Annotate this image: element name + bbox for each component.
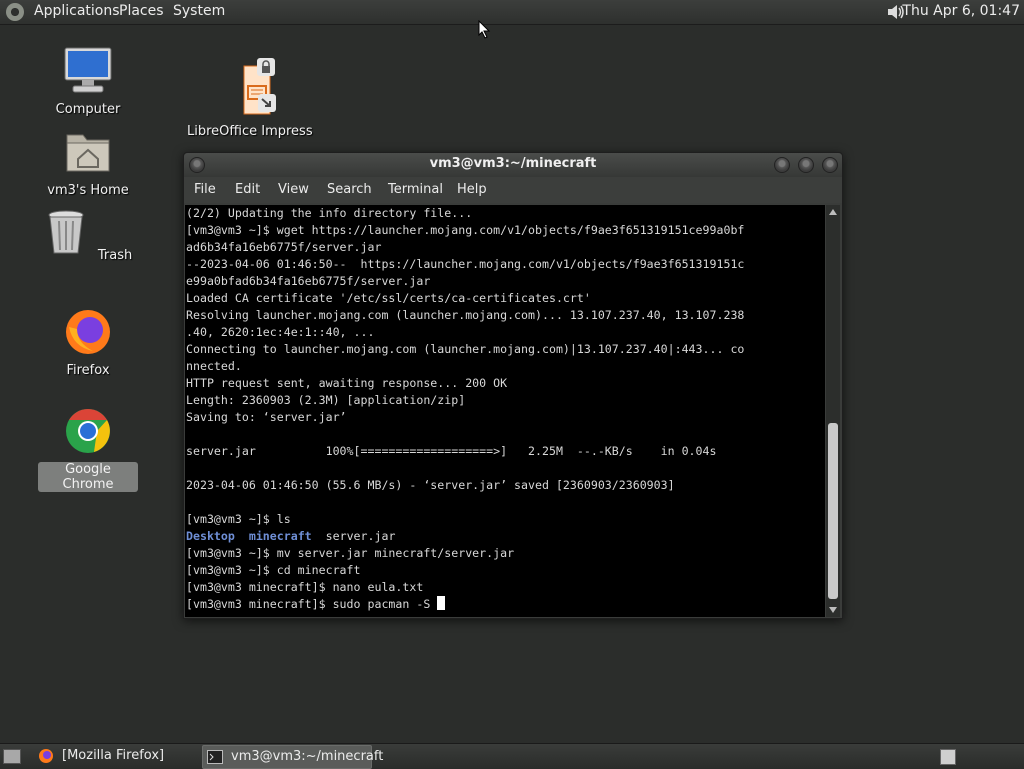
desktop-icon-label: Trash [97,248,133,263]
menu-places[interactable]: Places [119,0,164,24]
menu-view[interactable]: View [278,177,309,203]
desktop-icon-computer[interactable]: Computer [38,46,138,117]
firefox-icon [66,310,110,354]
task-firefox[interactable]: [Mozilla Firefox] [62,745,164,767]
desktop-icon-label: vm3's Home [47,183,129,198]
menu-applications[interactable]: Applications [34,0,120,24]
task-terminal[interactable]: vm3@vm3:~/minecraft [202,745,383,769]
trash-icon [48,210,84,254]
desktop-icon-home[interactable]: vm3's Home [38,127,138,198]
terminal-window: vm3@vm3:~/minecraft File Edit View Searc… [183,152,843,619]
terminal-task-icon [207,750,223,764]
ls-dir-minecraft: minecraft [248,529,312,543]
desktop-icon-chrome[interactable]: Google Chrome [38,406,138,492]
desktop-icon-firefox[interactable]: Firefox [38,307,138,378]
terminal-menubar: File Edit View Search Terminal Help [184,177,842,203]
top-panel: Applications Places System Thu Apr 6, 01… [0,0,1024,25]
menu-terminal[interactable]: Terminal [388,177,443,203]
firefox-task-icon [39,749,53,763]
current-prompt: [vm3@vm3 minecraft]$ sudo pacman -S [186,597,438,611]
desktop-icon-libreoffice-impress[interactable]: LibreOffice Impress [187,58,313,139]
terminal-text: (2/2) Updating the info directory file..… [186,206,745,526]
minimize-button[interactable] [774,157,790,173]
menu-help[interactable]: Help [457,177,487,203]
terminal-prompt-line: [vm3@vm3 minecraft]$ sudo pacman -S [185,596,825,613]
home-folder-icon [66,134,110,172]
task-terminal-label: vm3@vm3:~/minecraft [231,749,384,764]
maximize-button[interactable] [798,157,814,173]
scroll-up-arrow-icon[interactable] [829,209,837,215]
text-cursor [437,596,446,610]
lock-emblem-icon [257,58,275,76]
window-title: vm3@vm3:~/minecraft [429,156,597,171]
menu-search[interactable]: Search [327,177,372,203]
ls-output-line: Desktop minecraft server.jar [185,528,825,545]
distro-logo-icon[interactable] [6,3,24,21]
clock[interactable]: Thu Apr 6, 01:47 [902,0,1020,22]
ls-dir-desktop: Desktop [186,529,235,543]
window-titlebar[interactable]: vm3@vm3:~/minecraft [184,153,842,177]
desktop-icon-label: LibreOffice Impress [187,124,313,139]
terminal-scrollbar[interactable] [826,205,840,617]
desktop-icon-label: Firefox [66,363,110,378]
terminal-text-after: [vm3@vm3 ~]$ mv server.jar minecraft/ser… [186,546,515,594]
desktop-icon-label: Google Chrome [38,462,138,492]
menu-system[interactable]: System [173,0,225,24]
link-emblem-icon [258,94,276,112]
chrome-icon [66,409,110,453]
desktop-icon-trash[interactable]: Trash [38,207,138,263]
desktop-icon-label: Computer [55,102,121,117]
menu-file[interactable]: File [194,177,216,203]
terminal-output[interactable]: (2/2) Updating the info directory file..… [185,205,825,617]
close-button[interactable] [822,157,838,173]
ls-file-server-jar: server.jar [325,529,396,543]
scroll-down-arrow-icon[interactable] [829,607,837,613]
workspace-switcher[interactable] [940,749,956,765]
menu-edit[interactable]: Edit [235,177,260,203]
scrollbar-thumb[interactable] [828,423,838,599]
show-desktop-button[interactable] [3,749,21,764]
bottom-panel: [Mozilla Firefox] vm3@vm3:~/minecraft [0,743,1024,769]
computer-icon [64,47,112,93]
mouse-pointer-icon [478,20,491,39]
